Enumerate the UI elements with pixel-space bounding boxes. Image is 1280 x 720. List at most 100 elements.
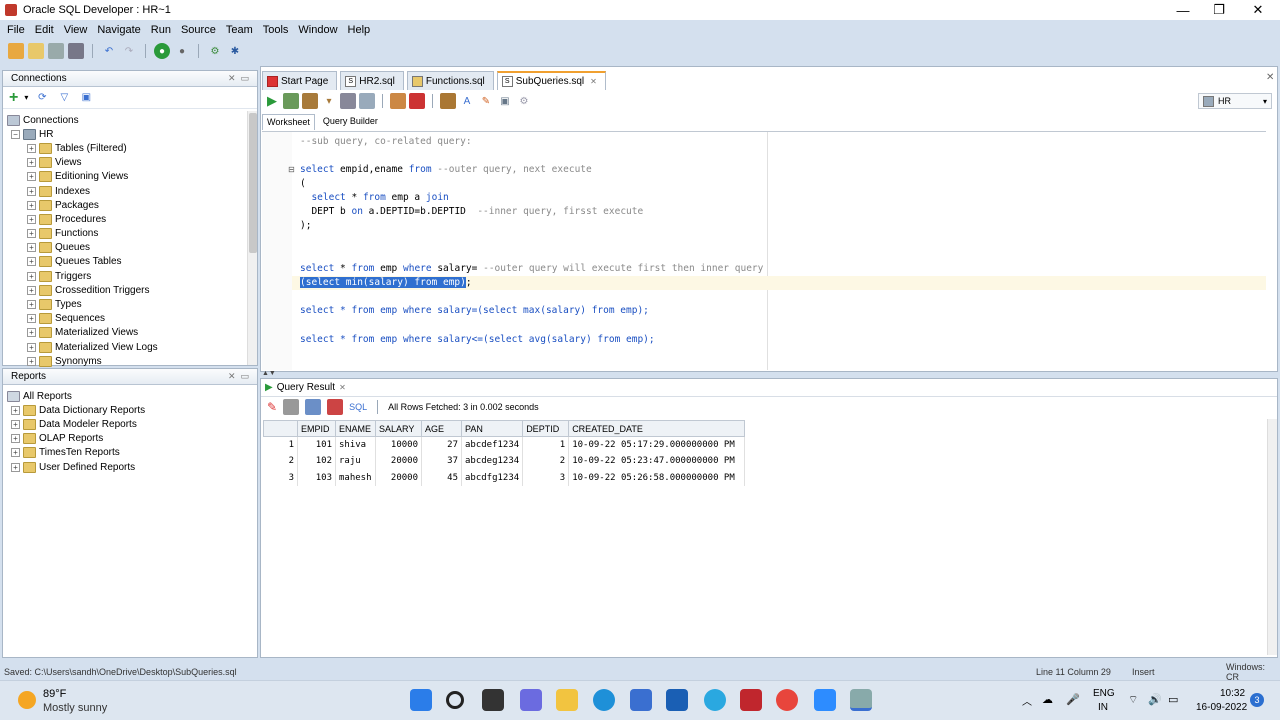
table-cell[interactable]: 45 [421,469,462,486]
column-header[interactable]: AGE [421,420,462,437]
run-tool-icon[interactable]: ⚙ [207,43,223,59]
tree-item[interactable]: + Materialized Views [7,326,245,340]
tab-functions-sql[interactable]: Functions.sql [406,71,494,90]
column-header[interactable]: EMPID [297,420,336,437]
tab-hr2-sql[interactable]: S HR2.sql [340,71,404,90]
menu-file[interactable]: File [2,24,30,36]
table-cell[interactable]: 10000 [375,436,422,453]
expand-icon[interactable]: + [27,271,36,281]
table-cell[interactable]: abcdef1234 [461,436,524,453]
run-script-icon[interactable] [283,93,299,109]
tree-item[interactable]: + Sequences [7,312,245,326]
table-row[interactable]: 3 103 mahesh 20000 45 abcdfg1234 3 10-09-22 05:… [263,469,746,486]
expand-icon[interactable]: + [27,143,36,153]
table-cell[interactable]: shiva [335,436,376,453]
refresh-results-icon[interactable] [305,399,322,415]
maximize-button[interactable]: ❐ [1201,0,1237,20]
connection-selector[interactable]: HR ▾ [1198,93,1272,109]
schema-browser-icon[interactable]: ▣ [78,90,94,106]
table-cell[interactable]: raju [335,453,376,470]
search-icon[interactable] [446,691,464,709]
menu-view[interactable]: View [59,24,93,36]
chevron-down-icon[interactable]: ▾ [24,93,28,102]
tree-item[interactable]: + Types [7,297,245,311]
tree-item[interactable]: + Views [7,156,245,170]
redo-icon[interactable]: ↷ [121,43,137,59]
table-cell[interactable]: 101 [297,436,336,453]
language-indicator[interactable]: ENG [1093,688,1115,699]
tree-item[interactable]: + Synonyms [7,354,245,368]
tab-list-icon[interactable]: ✕ [1266,72,1274,83]
clear-icon[interactable] [409,93,425,109]
teams-chat-icon[interactable] [520,689,542,711]
expand-icon[interactable]: + [27,200,36,210]
windows-start-icon[interactable] [410,689,432,711]
run-statement-icon[interactable]: ▶ [264,93,280,109]
save-all-icon[interactable] [68,43,84,59]
print-icon[interactable] [283,399,300,415]
expand-icon[interactable]: + [27,300,36,310]
table-cell[interactable]: 3 [522,469,570,486]
expand-icon[interactable]: + [27,158,36,168]
table-cell[interactable]: 1 [522,436,570,453]
battery-icon[interactable]: ▭ [1168,693,1178,706]
tree-item[interactable]: + User Defined Reports [7,460,145,474]
menu-source[interactable]: Source [176,24,221,36]
notification-badge[interactable]: 3 [1250,693,1264,707]
collapse-icon[interactable]: − [11,129,20,139]
tree-item[interactable]: + TimesTen Reports [7,446,145,460]
explain-plan-icon[interactable] [340,93,356,109]
chrome-icon[interactable] [776,689,798,711]
file-explorer-icon[interactable] [556,689,578,711]
tab-worksheet[interactable]: Worksheet [262,114,315,130]
column-header[interactable]: PAN [460,420,524,437]
menu-window[interactable]: Window [293,24,342,36]
table-cell[interactable]: 2 [522,453,570,470]
close-tab-icon[interactable]: ✕ [339,383,346,392]
close-button[interactable]: ✕ [1240,0,1276,20]
sql-link[interactable]: SQL [349,402,367,412]
undo-icon[interactable]: ↶ [101,43,117,59]
tab-subqueries-sql[interactable]: S SubQueries.sql ✕ [496,71,606,90]
expand-icon[interactable]: + [27,172,36,182]
filter-icon[interactable]: ▽ [56,90,72,106]
tree-item[interactable]: + Tables (Filtered) [7,141,245,155]
tree-item[interactable]: + Packages [7,198,245,212]
onedrive-icon[interactable]: ☁ [1042,693,1053,706]
unshared-sql-icon[interactable]: ⚙ [516,93,532,109]
tree-item[interactable]: + Crossedition Triggers [7,283,245,297]
clock-time[interactable]: 10:32 [1220,688,1245,699]
menu-help[interactable]: Help [343,24,376,36]
pin-icon[interactable]: ✎ [267,400,277,414]
commit-icon[interactable] [302,93,318,109]
tree-item[interactable]: + Queues [7,241,245,255]
clock-date[interactable]: 16-09-2022 [1196,702,1247,713]
debug-icon[interactable]: ✱ [227,43,243,59]
expand-icon[interactable]: + [27,328,36,338]
table-cell[interactable]: 20000 [375,469,422,486]
table-cell[interactable]: 10-09-22 05:17:29.000000000 PM [568,436,746,453]
chevron-up-icon[interactable]: ︿ [1022,693,1032,708]
table-cell[interactable]: 20000 [375,453,422,470]
python-icon[interactable] [704,689,726,711]
tree-item[interactable]: + Editioning Views [7,170,245,184]
table-row[interactable]: 1 101 shiva 10000 27 abcdef1234 1 10-09-22 05:1… [263,436,746,453]
mcafee-icon[interactable] [740,689,762,711]
table-cell[interactable]: abcdeg1234 [461,453,524,470]
tree-item[interactable]: + OLAP Reports [7,432,145,446]
tab-query-builder[interactable]: Query Builder [315,114,386,130]
forward-icon[interactable]: ● [174,43,190,59]
menu-team[interactable]: Team [221,24,258,36]
sql-tuning-icon[interactable] [390,93,406,109]
new-icon[interactable] [8,43,24,59]
tree-item[interactable]: + Indexes [7,184,245,198]
tree-connection-hr[interactable]: − HR [7,127,245,141]
column-header[interactable]: DEPTID [522,420,570,437]
add-connection-icon[interactable]: + [9,89,18,107]
expand-icon[interactable]: + [27,356,36,366]
table-cell[interactable]: 10-09-22 05:26:58.000000000 PM [568,469,746,486]
wifi-icon[interactable]: ⌔ [1128,693,1138,707]
history-icon[interactable] [440,93,456,109]
fold-icon[interactable]: ⊟ [288,165,295,174]
tree-item[interactable]: + Queues Tables [7,255,245,269]
